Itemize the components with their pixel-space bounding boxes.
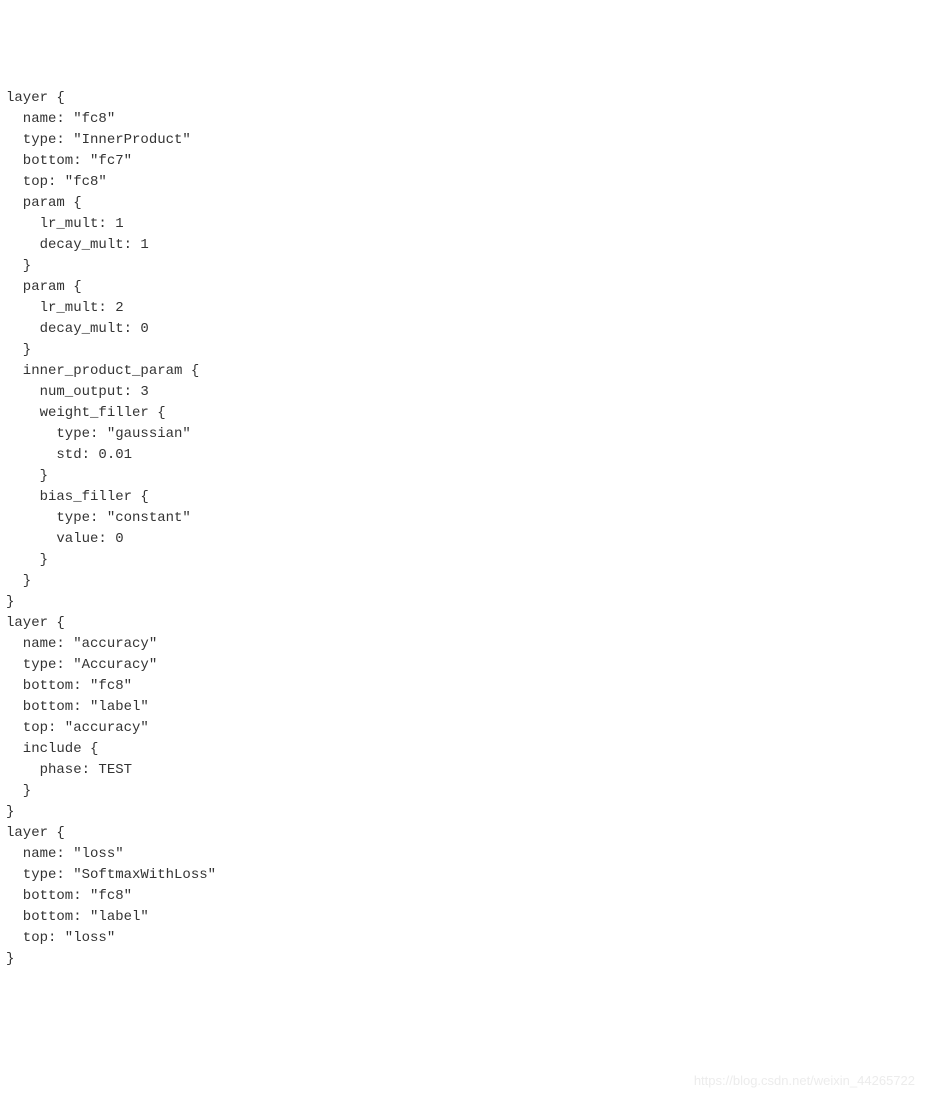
code-block: layer { name: "fc8" type: "InnerProduct"… bbox=[6, 88, 919, 970]
watermark-text: https://blog.csdn.net/weixin_44265722 bbox=[694, 1071, 915, 1091]
